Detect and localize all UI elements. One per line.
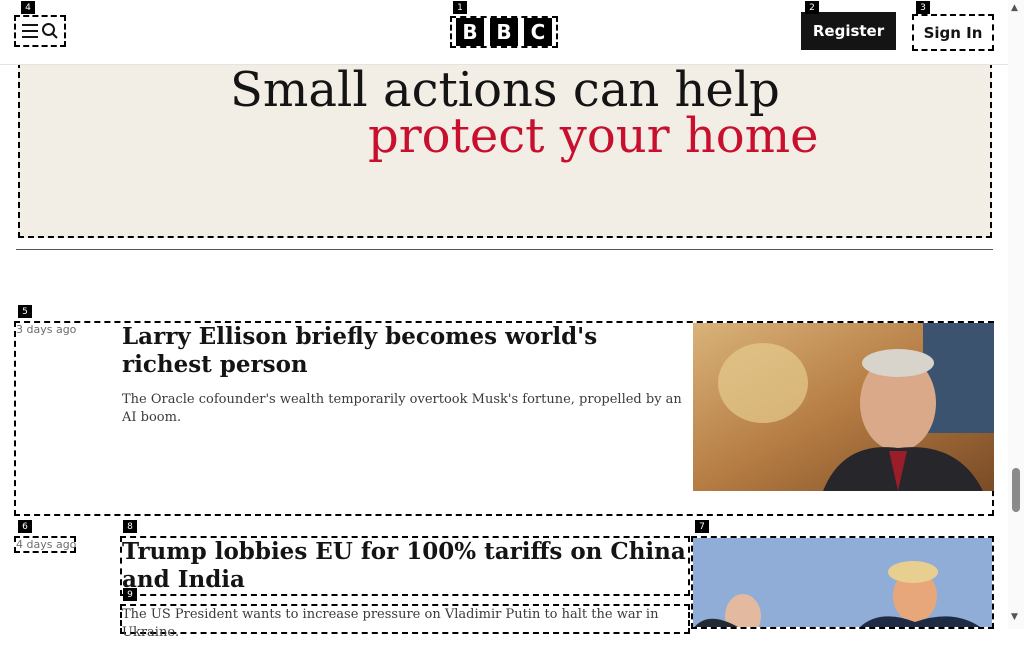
logo-letter: C	[524, 18, 552, 46]
marker-7: 7	[695, 520, 709, 533]
marker-8: 8	[123, 520, 137, 533]
marker-6: 6	[18, 520, 32, 533]
scroll-up-icon[interactable]: ▲	[1011, 3, 1018, 13]
article-card[interactable]: 3 days ago Larry Ellison briefly becomes…	[14, 321, 994, 516]
scroll-thumb[interactable]	[1012, 468, 1020, 512]
marker-2: 2	[805, 1, 819, 14]
logo-letter: B	[490, 18, 518, 46]
marker-5: 5	[18, 305, 32, 318]
marker-3: 3	[916, 1, 930, 14]
ad-subheadline: protect your home	[368, 108, 819, 164]
page-scrollbar[interactable]: ▲ ▼	[1008, 0, 1024, 629]
marker-4: 4	[21, 1, 35, 14]
marker-1: 1	[453, 1, 467, 14]
logo-letter: B	[456, 18, 484, 46]
article-card[interactable]: 4 days ago Trump lobbies EU for 100% tar…	[14, 536, 994, 656]
marker-9: 9	[123, 588, 137, 601]
article-headline[interactable]: Trump lobbies EU for 100% tariffs on Chi…	[120, 536, 690, 596]
article-headline[interactable]: Larry Ellison briefly becomes world's ri…	[122, 323, 662, 379]
register-button[interactable]: Register	[801, 12, 896, 50]
portrait-photo-icon	[693, 323, 994, 491]
site-header: B B C Register Sign In	[0, 0, 1008, 65]
article-timestamp: 3 days ago	[16, 323, 77, 336]
ad-banner[interactable]: Small actions can help protect your home	[18, 62, 992, 238]
scroll-down-icon[interactable]: ▼	[1011, 612, 1018, 622]
search-icon	[41, 22, 59, 40]
hamburger-icon	[21, 24, 38, 38]
article-timestamp: 4 days ago	[14, 536, 77, 553]
section-divider	[16, 249, 993, 250]
menu-search-button[interactable]	[14, 15, 66, 47]
article-image[interactable]	[693, 323, 994, 491]
article-image[interactable]	[691, 536, 994, 629]
two-leaders-photo-icon	[693, 538, 992, 627]
article-summary: The US President wants to increase press…	[120, 604, 690, 640]
sign-in-button[interactable]: Sign In	[912, 14, 994, 51]
bbc-logo[interactable]: B B C	[450, 16, 558, 48]
article-summary: The Oracle cofounder's wealth temporaril…	[122, 392, 682, 425]
